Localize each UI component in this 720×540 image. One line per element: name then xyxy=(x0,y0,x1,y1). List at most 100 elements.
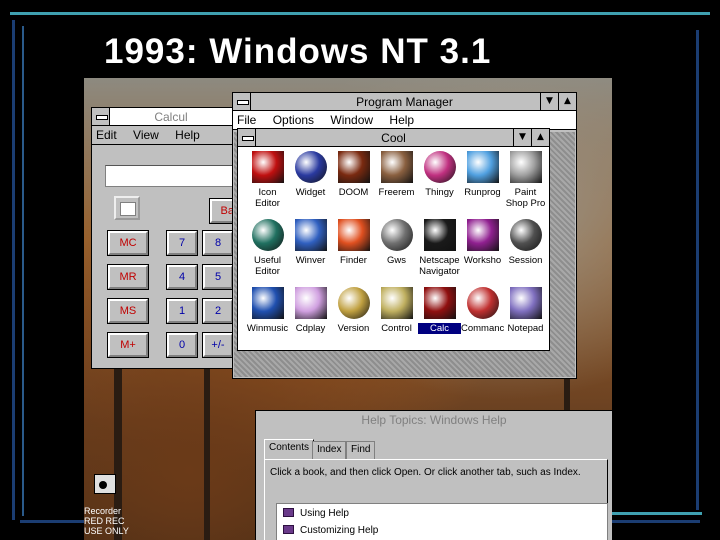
digit-7-button[interactable]: 7 xyxy=(166,230,198,256)
book-icon xyxy=(283,508,294,517)
tab-find[interactable]: Find xyxy=(346,441,376,459)
ms-button[interactable]: MS xyxy=(107,298,149,324)
program-icon-label: Netscape Navigator xyxy=(419,255,460,277)
minimize-button[interactable]: ▼ xyxy=(540,93,558,110)
frame-bar-top xyxy=(10,12,710,15)
recorder-icon xyxy=(94,474,116,494)
tab-contents[interactable]: Contents xyxy=(264,439,315,459)
help-topic-label: Using Help xyxy=(300,508,349,519)
cool-group-window[interactable]: Cool ▼ ▲ Icon Editor Widget DOOM Freerem Thi… xyxy=(237,128,550,351)
maximize-button[interactable]: ▲ xyxy=(531,129,549,146)
digit-1-button[interactable]: 1 xyxy=(166,298,198,324)
program-glyph-icon xyxy=(509,219,542,251)
menu-window[interactable]: Window xyxy=(330,113,373,127)
digit-2-button[interactable]: 2 xyxy=(202,298,234,324)
program-icon[interactable]: Finder xyxy=(332,219,375,287)
desktop: Calcul Edit View Help Bac MC 7 8 MR 4 5 … xyxy=(84,78,612,540)
program-icon[interactable]: Widget xyxy=(289,151,332,219)
program-icon[interactable]: Winmusic xyxy=(246,287,289,355)
mc-button[interactable]: MC xyxy=(107,230,149,256)
program-glyph-icon xyxy=(466,287,499,319)
program-icon[interactable]: Cdplay xyxy=(289,287,332,355)
menu-file[interactable]: File xyxy=(237,113,256,127)
program-glyph-icon xyxy=(251,151,284,183)
calculator-display xyxy=(105,165,245,187)
program-icon[interactable]: Commanc xyxy=(461,287,504,355)
program-icon[interactable]: Runprog xyxy=(461,151,504,219)
digit-5-button[interactable]: 5 xyxy=(202,264,234,290)
menu-options[interactable]: Options xyxy=(273,113,314,127)
m-plus-button[interactable]: M+ xyxy=(107,332,149,358)
program-manager-window[interactable]: Program Manager ▼ ▲ File Options Window … xyxy=(232,92,577,379)
program-icon-label: Version xyxy=(337,323,370,334)
program-icon[interactable]: Control xyxy=(375,287,418,355)
menu-view[interactable]: View xyxy=(133,128,159,142)
frame-bar-left xyxy=(12,20,15,520)
frame-bar-right xyxy=(696,30,699,510)
program-manager-titlebar[interactable]: Program Manager ▼ ▲ xyxy=(233,93,576,111)
calculator-window[interactable]: Calcul Edit View Help Bac MC 7 8 MR 4 5 … xyxy=(91,107,251,369)
program-icon[interactable]: Netscape Navigator xyxy=(418,219,461,287)
program-icon-label: Winmusic xyxy=(246,323,289,334)
calculator-title: Calcul xyxy=(154,110,188,124)
digit-4-button[interactable]: 4 xyxy=(166,264,198,290)
program-icon[interactable]: Thingy xyxy=(418,151,461,219)
help-topics-titlebar[interactable]: Help Topics: Windows Help xyxy=(256,411,612,429)
program-glyph-icon xyxy=(466,219,499,251)
program-icon-label: Worksho xyxy=(463,255,502,266)
recorder-label: Recorder xyxy=(84,506,122,516)
program-glyph-icon xyxy=(509,287,542,319)
program-icon[interactable]: Notepad xyxy=(504,287,547,355)
digit-8-button[interactable]: 8 xyxy=(202,230,234,256)
program-glyph-icon xyxy=(380,151,413,183)
program-glyph-icon xyxy=(337,151,370,183)
help-topic-list[interactable]: Using Help Customizing Help xyxy=(276,503,608,540)
program-icon-label: Freerem xyxy=(378,187,415,198)
program-icon-label: Runprog xyxy=(464,187,501,198)
help-topic-item[interactable]: Using Help xyxy=(283,508,607,525)
program-icon-label: Commanc xyxy=(461,323,505,334)
cool-group-titlebar[interactable]: Cool ▼ ▲ xyxy=(238,129,549,147)
memory-indicator xyxy=(114,196,140,220)
program-icon[interactable]: Version xyxy=(332,287,375,355)
program-icon-label: Paint Shop Pro xyxy=(505,187,546,209)
program-icon-label: Icon Editor xyxy=(255,187,280,209)
program-icon[interactable]: DOOM xyxy=(332,151,375,219)
program-icon-label: Winver xyxy=(295,255,326,266)
program-icon-label: Useful Editor xyxy=(254,255,281,277)
program-icon[interactable]: Winver xyxy=(289,219,332,287)
system-menu-box[interactable] xyxy=(92,108,110,125)
recorder-desktop-icon[interactable]: Recorder RED REC USE ONLY xyxy=(84,474,144,540)
system-menu-box[interactable] xyxy=(238,129,256,146)
program-icon[interactable]: Paint Shop Pro xyxy=(504,151,547,219)
recorder-label-3: USE ONLY xyxy=(84,526,129,536)
program-icon[interactable]: Icon Editor xyxy=(246,151,289,219)
program-glyph-icon xyxy=(294,219,327,251)
sign-button[interactable]: +/- xyxy=(202,332,234,358)
program-glyph-icon xyxy=(380,287,413,319)
program-manager-title: Program Manager xyxy=(356,95,453,109)
program-icon-label: Calc xyxy=(418,323,461,334)
mr-button[interactable]: MR xyxy=(107,264,149,290)
program-icon-label: Gws xyxy=(387,255,406,266)
program-icon[interactable]: Calc xyxy=(418,287,461,355)
help-topics-window[interactable]: Help Topics: Windows Help Contents Index… xyxy=(255,410,612,540)
menu-help[interactable]: Help xyxy=(389,113,414,127)
help-topic-item[interactable]: Customizing Help xyxy=(283,525,607,540)
menu-edit[interactable]: Edit xyxy=(96,128,117,142)
tab-index[interactable]: Index xyxy=(312,441,347,459)
minimize-button[interactable]: ▼ xyxy=(513,129,531,146)
calculator-titlebar[interactable]: Calcul xyxy=(92,108,250,126)
program-icon-label: Session xyxy=(508,255,543,266)
help-topic-label: Customizing Help xyxy=(300,525,379,536)
menu-help[interactable]: Help xyxy=(175,128,200,142)
program-icon[interactable]: Freerem xyxy=(375,151,418,219)
digit-0-button[interactable]: 0 xyxy=(166,332,198,358)
program-icon[interactable]: Gws xyxy=(375,219,418,287)
maximize-button[interactable]: ▲ xyxy=(558,93,576,110)
program-icon[interactable]: Session xyxy=(504,219,547,287)
program-icon[interactable]: Useful Editor xyxy=(246,219,289,287)
program-icon-label: Finder xyxy=(340,255,367,266)
program-icon[interactable]: Worksho xyxy=(461,219,504,287)
system-menu-box[interactable] xyxy=(233,93,251,110)
